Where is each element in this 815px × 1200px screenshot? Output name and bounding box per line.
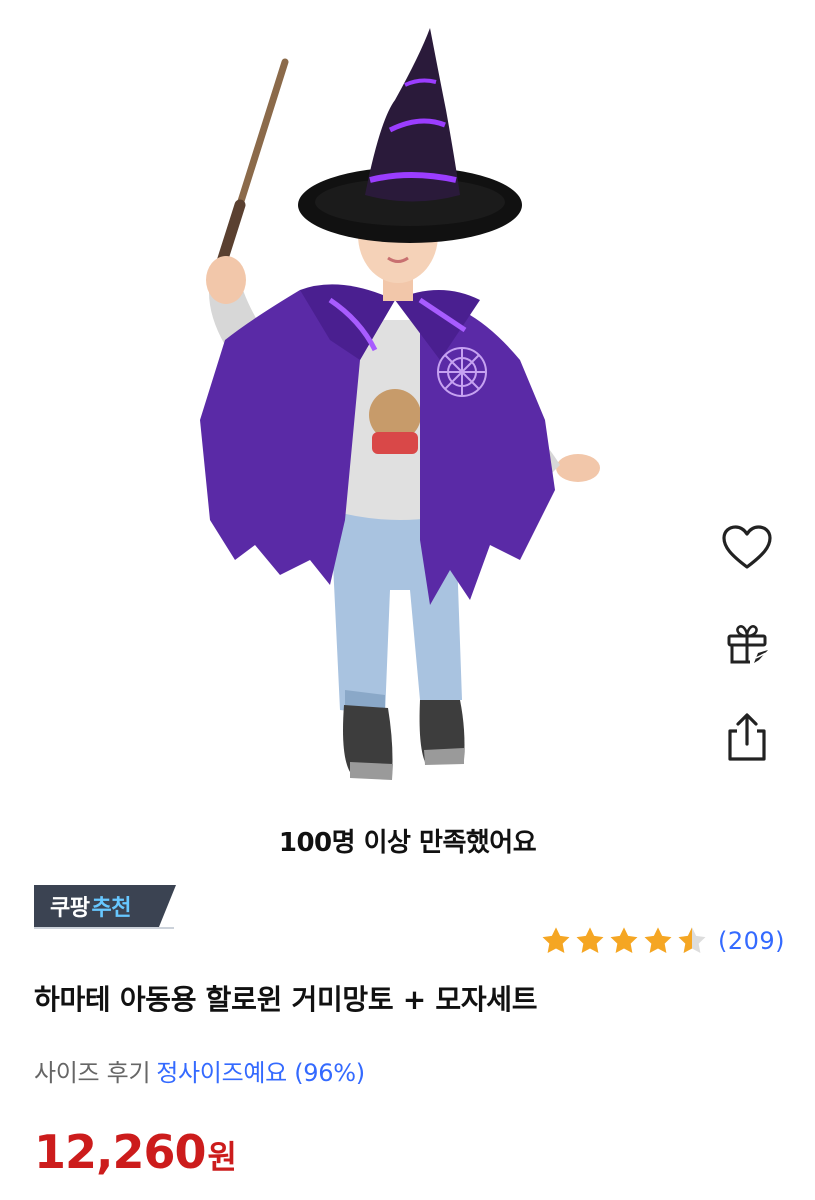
share-icon xyxy=(728,713,766,761)
product-title: 하마테 아동용 할로윈 거미망토 + 모자세트 xyxy=(34,983,538,1016)
size-review: 사이즈 후기 정사이즈예요 (96%) xyxy=(34,1053,365,1088)
price-unit: 원 xyxy=(207,1138,237,1176)
badge-underline xyxy=(34,927,174,929)
half-star-icon xyxy=(678,927,706,953)
star-icon xyxy=(542,927,570,953)
star-icon xyxy=(576,927,604,953)
heart-icon xyxy=(722,525,772,569)
recommendation-badge: 쿠팡 추천 xyxy=(34,885,176,927)
share-button[interactable] xyxy=(712,705,782,769)
star-icon xyxy=(644,927,672,953)
badge-brand: 쿠팡 xyxy=(50,896,90,921)
product-image[interactable] xyxy=(0,0,815,800)
badge-recommend: 추천 xyxy=(91,896,131,921)
satisfaction-count: 100 xyxy=(278,828,332,858)
size-review-value[interactable]: 정사이즈예요 (96%) xyxy=(156,1059,365,1087)
star-icon xyxy=(610,927,638,953)
size-review-label: 사이즈 후기 xyxy=(34,1059,151,1087)
gift-button[interactable] xyxy=(712,611,782,675)
gift-icon xyxy=(727,625,768,664)
satisfaction-text: 100명 이상 만족했어요 xyxy=(0,822,815,859)
wishlist-button[interactable] xyxy=(712,515,782,579)
price-amount: 12,260 xyxy=(34,1125,207,1179)
rating[interactable]: (209) xyxy=(540,925,785,957)
wand-illustration xyxy=(214,58,289,274)
star-rating xyxy=(540,925,710,957)
price: 12,260원 xyxy=(34,1125,237,1179)
review-count[interactable]: (209) xyxy=(718,927,785,955)
satisfaction-label: 명 이상 만족했어요 xyxy=(331,828,537,858)
